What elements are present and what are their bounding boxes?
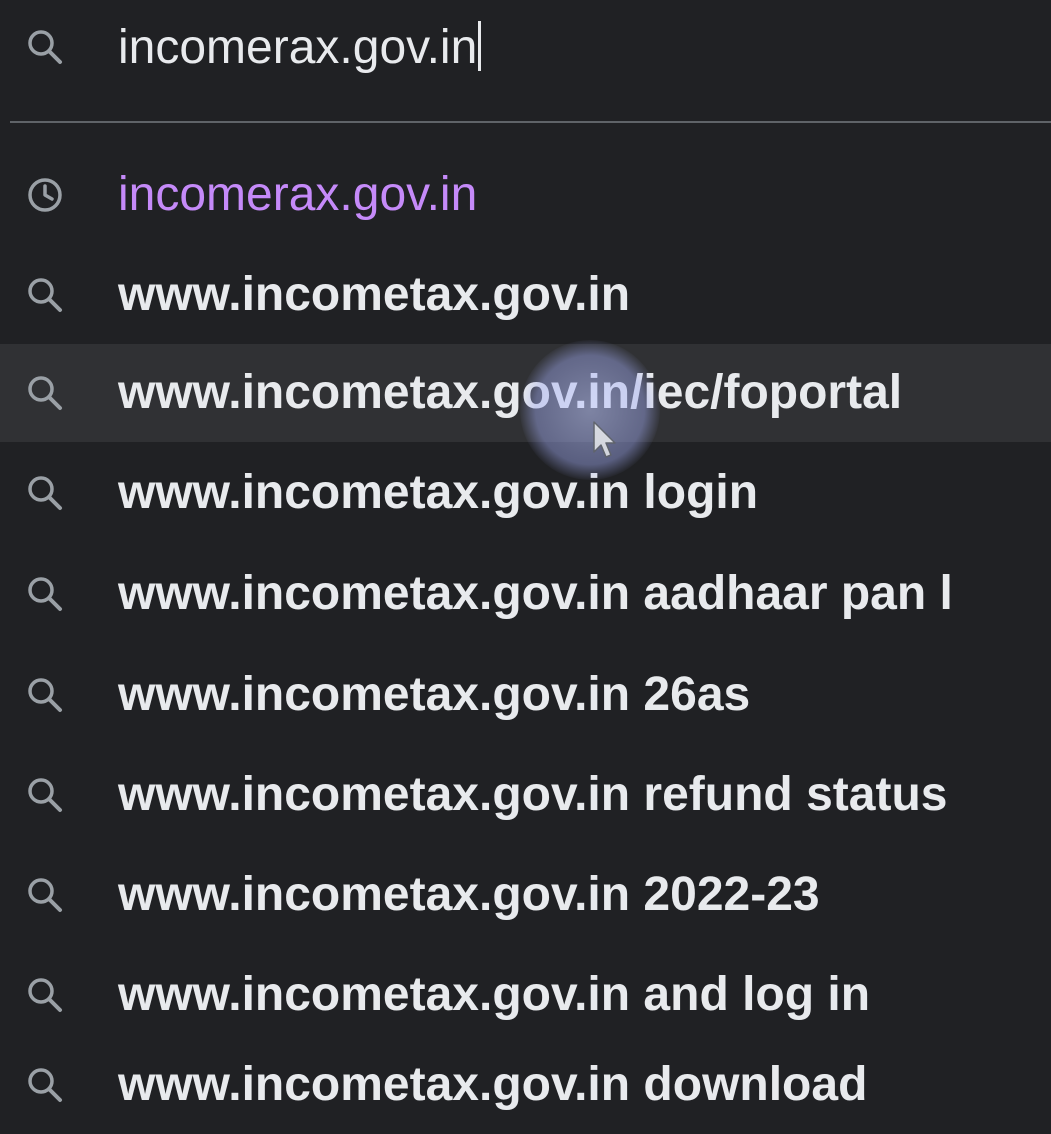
search-icon [22,24,68,70]
search-icon [22,272,68,318]
suggestion-item[interactable]: www.incometax.gov.in [0,246,1051,344]
suggestion-item[interactable]: www.incometax.gov.in refund status [0,746,1051,844]
suggestion-text: www.incometax.gov.in and log in [118,968,871,1021]
suggestion-item[interactable]: www.incometax.gov.in 2022-23 [0,846,1051,944]
suggestion-item[interactable]: www.incometax.gov.in login [0,444,1051,542]
suggestion-item[interactable]: www.incometax.gov.in and log in [0,946,1051,1044]
suggestion-text: www.incometax.gov.in aadhaar pan l [118,567,953,620]
suggestion-item[interactable]: www.incometax.gov.in 26as [0,646,1051,744]
search-icon [22,972,68,1018]
search-icon [22,872,68,918]
omnibox-input-value[interactable]: incomerax.gov.in [118,21,477,74]
suggestion-text: www.incometax.gov.in 2022-23 [118,868,820,921]
suggestion-text: www.incometax.gov.in 26as [118,668,751,721]
suggestion-item[interactable]: www.incometax.gov.in aadhaar pan l [0,545,1051,643]
suggestion-text: www.incometax.gov.in download [118,1058,868,1111]
search-icon [22,772,68,818]
suggestion-text: www.incometax.gov.in login [118,466,759,519]
suggestion-item[interactable]: www.incometax.gov.in download [0,1036,1051,1134]
omnibox-dropdown: incomerax.gov.in incomerax.gov.in www.in… [0,0,1051,1134]
search-icon [22,672,68,718]
suggestion-text: www.incometax.gov.in/iec/foportal [118,366,903,419]
divider [10,121,1051,123]
mouse-pointer-icon [592,420,616,460]
search-icon [22,370,68,416]
omnibox-input-row[interactable]: incomerax.gov.in [0,0,1051,96]
text-caret [478,21,482,71]
suggestion-item-hovered[interactable]: www.incometax.gov.in/iec/foportal [0,344,1051,442]
search-icon [22,1062,68,1108]
suggestion-text: www.incometax.gov.in [118,268,631,321]
suggestion-text: www.incometax.gov.in refund status [118,768,948,821]
search-icon [22,470,68,516]
suggestion-history-item[interactable]: incomerax.gov.in [0,146,1051,244]
search-icon [22,571,68,617]
history-clock-icon [22,172,68,218]
suggestion-text: incomerax.gov.in [118,168,478,221]
omnibox-input[interactable]: incomerax.gov.in [118,14,482,82]
